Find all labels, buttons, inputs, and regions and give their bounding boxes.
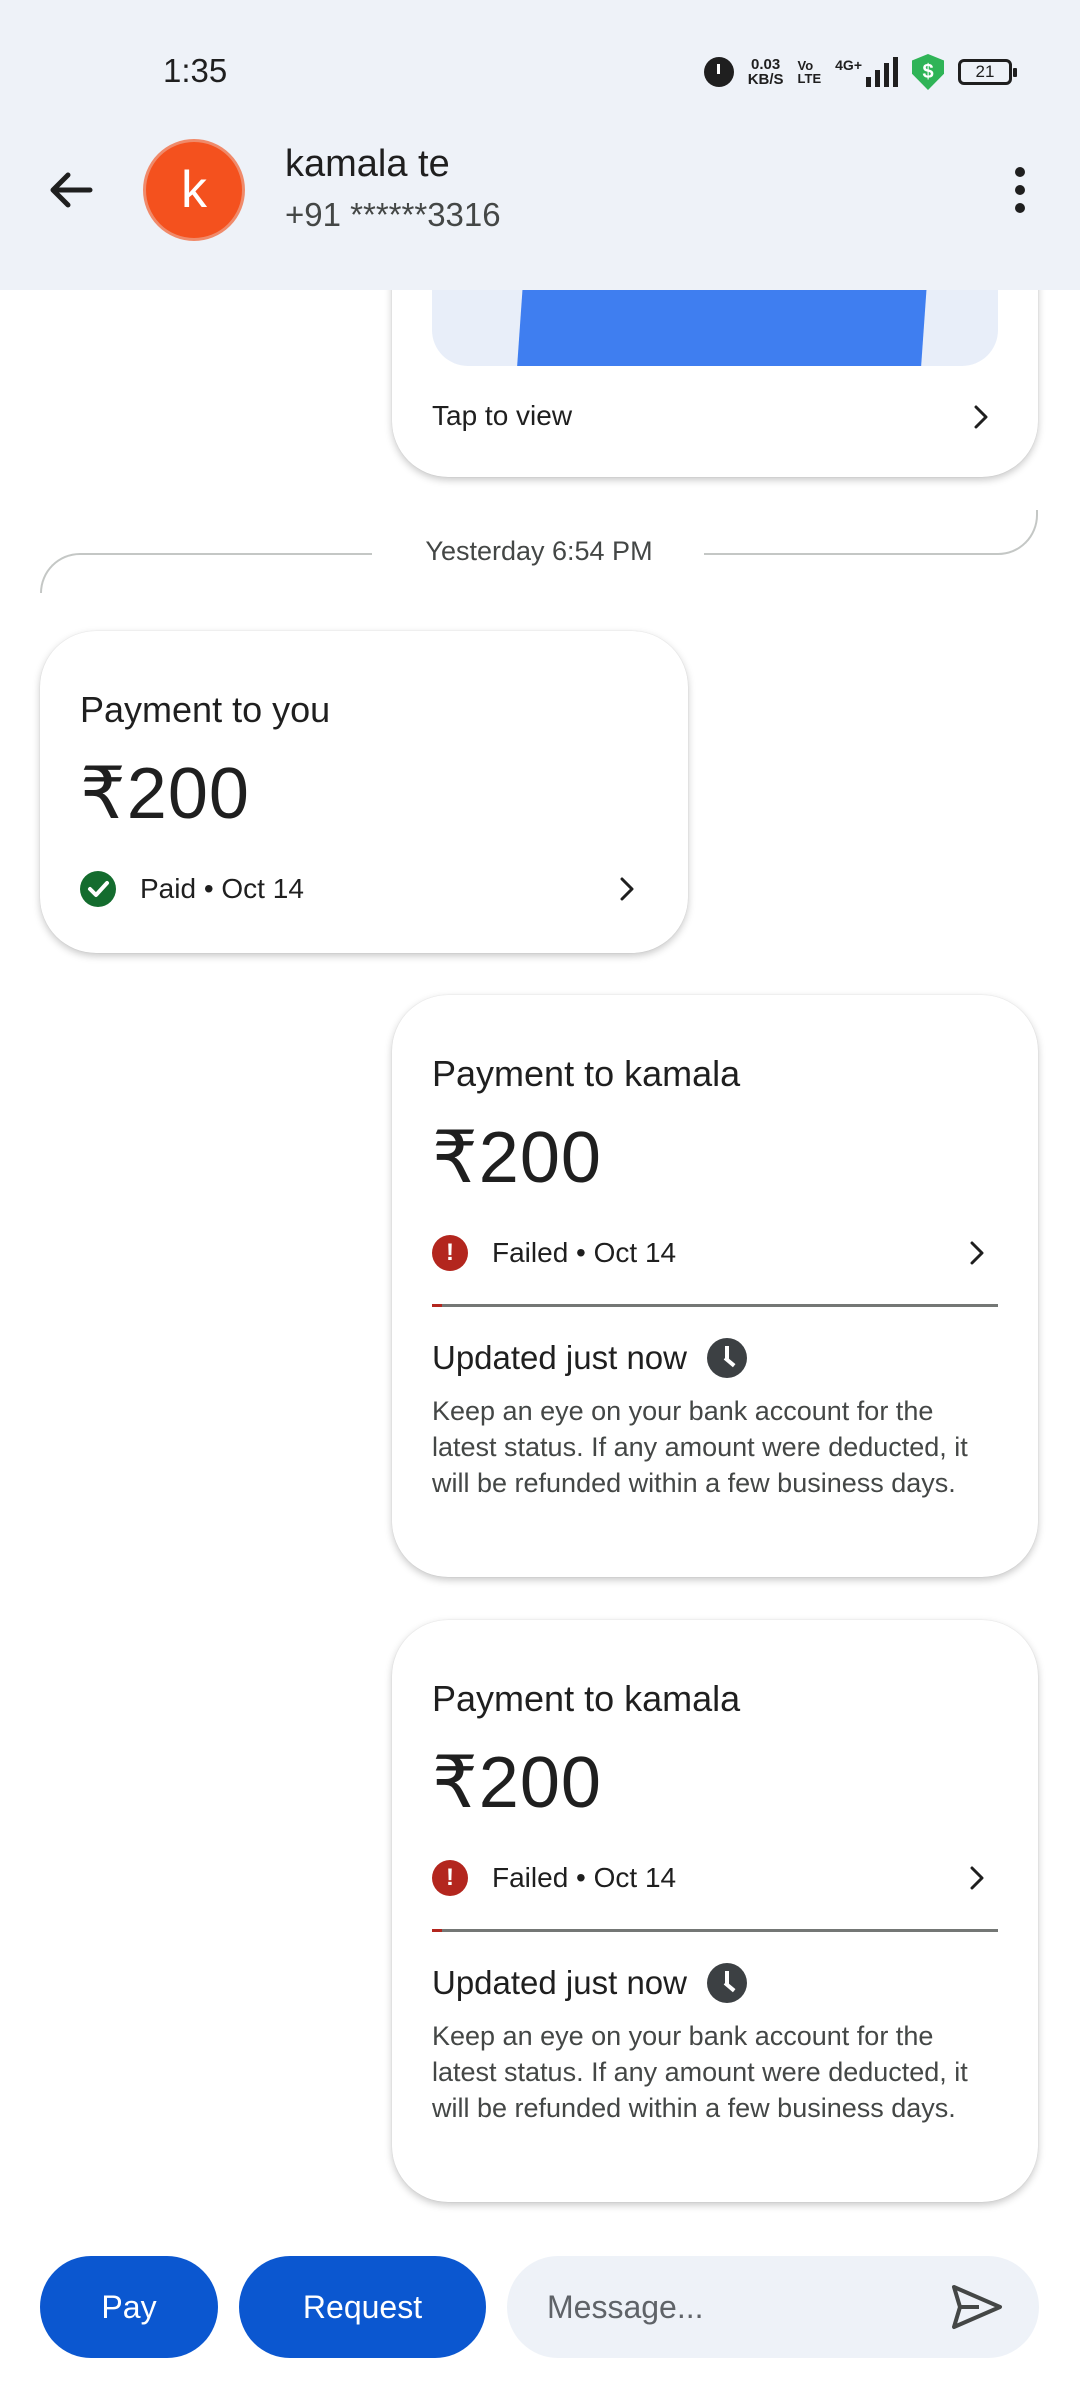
payment-amount: ₹200 (432, 1118, 602, 1198)
chevron-right-icon (970, 1866, 984, 1890)
status-divider (432, 1304, 998, 1307)
chevron-right-icon (970, 1241, 984, 1265)
check-circle-icon (80, 871, 116, 907)
tap-to-view-label: Tap to view (432, 400, 573, 431)
update-description: Keep an eye on your bank account for the… (432, 1396, 968, 1498)
payment-sent-card[interactable]: Payment to kamala ₹200 ! Failed • Oct 14… (392, 1620, 1038, 2202)
update-description: Keep an eye on your bank account for the… (432, 2021, 968, 2123)
payment-title: Payment to you (80, 689, 331, 730)
avatar[interactable]: k (143, 139, 245, 241)
signal-icon: 4G+ (835, 57, 898, 87)
message-input[interactable] (547, 2256, 927, 2358)
alarm-icon (703, 57, 734, 87)
top-app-bar: 1:35 0.03 KB/S Vo LTE 4G+ $ 21 k kamala … (0, 0, 1080, 290)
more-options-button[interactable] (990, 160, 1050, 220)
status-time: 1:35 (163, 52, 228, 89)
more-vert-icon (1015, 167, 1025, 177)
update-title-row: Updated just now (432, 1338, 747, 1378)
payment-status-row: ! Failed • Oct 14 (432, 1233, 676, 1273)
security-shield-icon: $ (912, 54, 944, 90)
clock-icon (707, 1963, 747, 2003)
arrow-back-icon (50, 172, 93, 208)
payment-sent-card[interactable]: Payment to kamala ₹200 ! Failed • Oct 14… (392, 995, 1038, 1577)
clock-icon (707, 1338, 747, 1378)
status-icons: 0.03 KB/S Vo LTE 4G+ $ 21 (703, 52, 1017, 92)
network-type: 4G+ (835, 57, 862, 73)
contact-name[interactable]: kamala te (285, 143, 450, 186)
status-bar: 1:35 0.03 KB/S Vo LTE 4G+ $ 21 (0, 0, 1080, 130)
pay-button[interactable]: Pay (40, 2256, 218, 2358)
payment-status: Failed • Oct 14 (492, 1237, 677, 1268)
chevron-right-icon (974, 405, 988, 429)
payment-title: Payment to kamala (432, 1678, 741, 1719)
payment-status-row: Paid • Oct 14 (80, 869, 304, 909)
error-circle-icon: ! (432, 1860, 468, 1896)
volte-bottom: LTE (797, 71, 822, 86)
payment-received-card[interactable]: Payment to you ₹200 Paid • Oct 14 (40, 631, 688, 953)
error-circle-icon: ! (432, 1235, 468, 1271)
date-separator: Yesterday 6:54 PM (40, 510, 1038, 593)
request-button[interactable]: Request (239, 2256, 486, 2358)
payment-amount: ₹200 (80, 754, 250, 834)
send-icon (952, 2285, 1002, 2329)
payment-status: Paid • Oct 14 (140, 873, 304, 904)
send-button[interactable] (949, 2282, 1005, 2332)
update-title-row: Updated just now (432, 1963, 747, 2003)
contact-phone: +91 ******3316 (285, 196, 501, 233)
network-speed: 0.03 KB/S (748, 57, 784, 87)
payment-amount: ₹200 (432, 1743, 602, 1823)
back-button[interactable] (36, 155, 106, 225)
message-composer (507, 2256, 1039, 2358)
network-speed-unit: KB/S (747, 71, 784, 88)
update-title: Updated just now (432, 1339, 687, 1376)
volte-indicator: Vo LTE (798, 59, 822, 85)
payment-status-row: ! Failed • Oct 14 (432, 1858, 676, 1898)
date-separator-label: Yesterday 6:54 PM (425, 536, 653, 566)
payment-title: Payment to kamala (432, 1053, 741, 1094)
network-speed-value: 0.03 (751, 56, 781, 73)
battery-icon: 21 (958, 59, 1017, 85)
chevron-right-icon (620, 877, 634, 901)
update-title: Updated just now (432, 1964, 687, 2001)
status-divider (432, 1929, 998, 1932)
payment-status: Failed • Oct 14 (492, 1862, 677, 1893)
